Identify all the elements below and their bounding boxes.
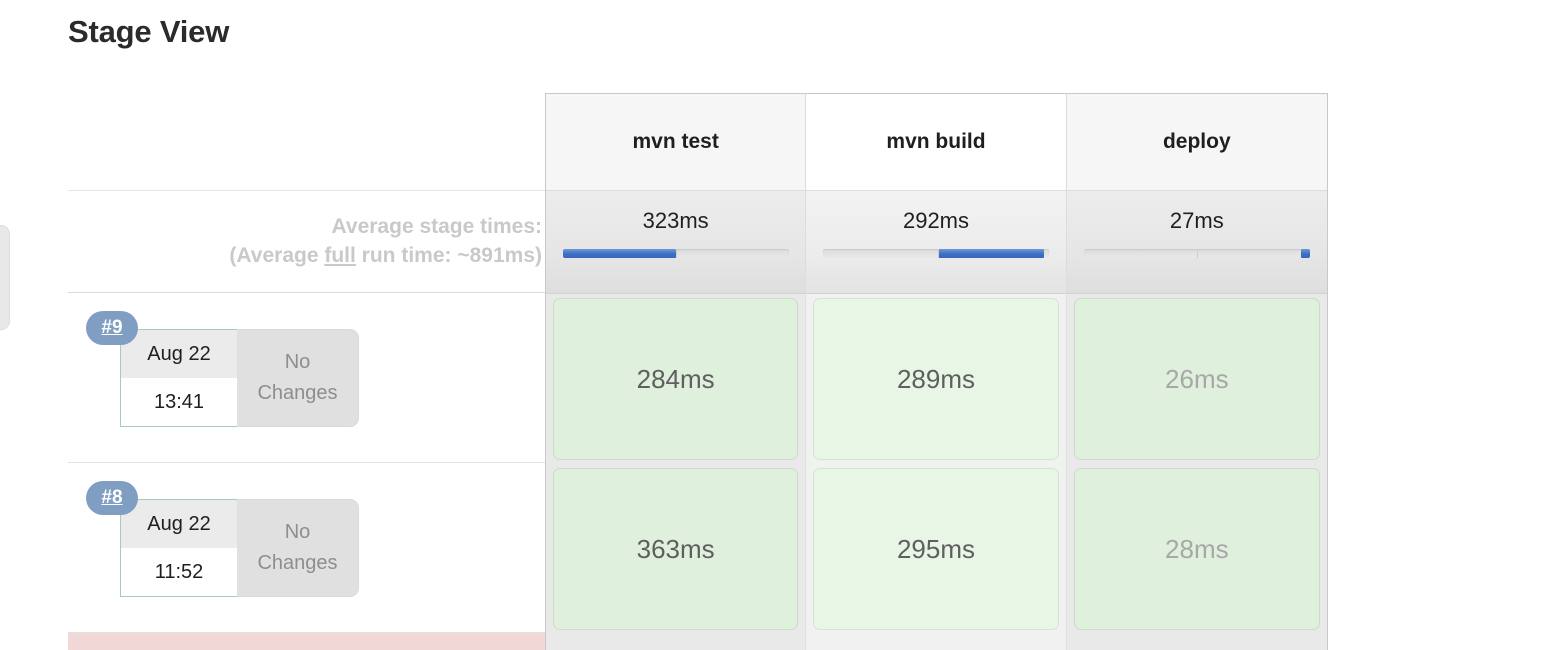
average-stage-cell: 27ms [1066, 191, 1327, 293]
average-stage-progress-bar [562, 249, 789, 258]
stages-column: mvn test mvn build deploy 323ms 292ms 27… [545, 93, 1328, 650]
stage-duration-cell[interactable]: 363ms [553, 468, 799, 630]
stage-slot: 26ms [1066, 294, 1327, 464]
build-date: Aug 22 [121, 500, 237, 548]
build-number-badge[interactable]: #8 [86, 481, 138, 515]
progress-fill [938, 249, 1045, 258]
average-stage-progress-bar [1083, 249, 1310, 258]
build-time: 11:52 [121, 548, 237, 596]
stage-duration-cell[interactable]: 284ms [553, 298, 799, 460]
meta-header-spacer [68, 93, 545, 190]
average-stage-cell: 292ms [806, 191, 1067, 293]
build-meta-cards: Aug 22 13:41 No Changes [120, 329, 359, 427]
progress-fill [1300, 249, 1310, 258]
build-datetime-card[interactable]: Aug 22 13:41 [120, 329, 238, 427]
build-row[interactable] [68, 633, 545, 650]
stage-header-cell[interactable]: deploy [1066, 94, 1327, 190]
stage-duration-cell[interactable]: 289ms [813, 298, 1059, 460]
average-stage-times-line1: Average stage times: [331, 214, 542, 238]
average-full-run-time-line: (Average full run time: ~891ms) [229, 242, 542, 271]
stage-cells-row [546, 634, 1327, 650]
stage-cells-row: 284ms 289ms 26ms [546, 294, 1327, 464]
build-row[interactable]: #8 Aug 22 11:52 No Changes [68, 463, 545, 633]
build-number-label: #9 [101, 317, 123, 338]
progress-tick [938, 249, 940, 258]
avg-run-pre: (Average [229, 243, 325, 267]
stage-header-cell[interactable]: mvn build [806, 94, 1067, 190]
stage-view-table: Average stage times: (Average full run t… [68, 93, 1328, 650]
build-meta-cards: Aug 22 11:52 No Changes [120, 499, 359, 597]
average-stage-cell: 323ms [546, 191, 807, 293]
build-meta-column: Average stage times: (Average full run t… [68, 93, 545, 650]
average-stage-time: 323ms [642, 208, 709, 233]
stage-header-cell[interactable]: mvn test [546, 94, 807, 190]
stage-slot: 28ms [1066, 464, 1327, 634]
progress-fill [562, 249, 676, 258]
average-stage-times-row: 323ms 292ms 27ms [546, 190, 1327, 294]
stage-duration-cell[interactable]: 295ms [813, 468, 1059, 630]
build-number-label: #8 [101, 487, 123, 508]
build-datetime-card[interactable]: Aug 22 11:52 [120, 499, 238, 597]
progress-tick [1196, 249, 1198, 258]
average-stage-time: 292ms [902, 208, 970, 233]
stage-header-row: mvn test mvn build deploy [546, 94, 1327, 190]
build-row[interactable]: #9 Aug 22 13:41 No Changes [68, 293, 545, 463]
stage-slot: 289ms [806, 294, 1067, 464]
build-changes-card[interactable]: No Changes [237, 499, 359, 597]
progress-tick [675, 249, 677, 258]
stage-slot [806, 634, 1067, 650]
build-date: Aug 22 [121, 330, 237, 378]
average-stage-times-label: Average stage times: (Average full run t… [68, 190, 545, 293]
stage-view-page: Stage View Average stage times: (Average… [0, 0, 1566, 650]
avg-run-post: run time: ~891ms) [355, 243, 542, 267]
stage-slot [1066, 634, 1327, 650]
build-changes-card[interactable]: No Changes [237, 329, 359, 427]
stage-duration-cell[interactable]: 28ms [1073, 468, 1320, 630]
stage-duration-cell[interactable]: 26ms [1073, 298, 1320, 460]
average-stage-time: 27ms [1169, 208, 1224, 233]
build-number-badge[interactable]: #9 [86, 311, 138, 345]
stage-slot: 363ms [546, 464, 807, 634]
average-stage-progress-bar [822, 249, 1049, 258]
build-time: 13:41 [121, 378, 237, 426]
left-edge-scrollbar-stub[interactable] [0, 225, 10, 330]
stage-cells-row: 363ms 295ms 28ms [546, 464, 1327, 634]
stage-slot: 295ms [806, 464, 1067, 634]
avg-run-full-underlined[interactable]: full [324, 244, 356, 267]
page-title: Stage View [68, 14, 230, 49]
stage-slot: 284ms [546, 294, 807, 464]
stage-slot [546, 634, 807, 650]
